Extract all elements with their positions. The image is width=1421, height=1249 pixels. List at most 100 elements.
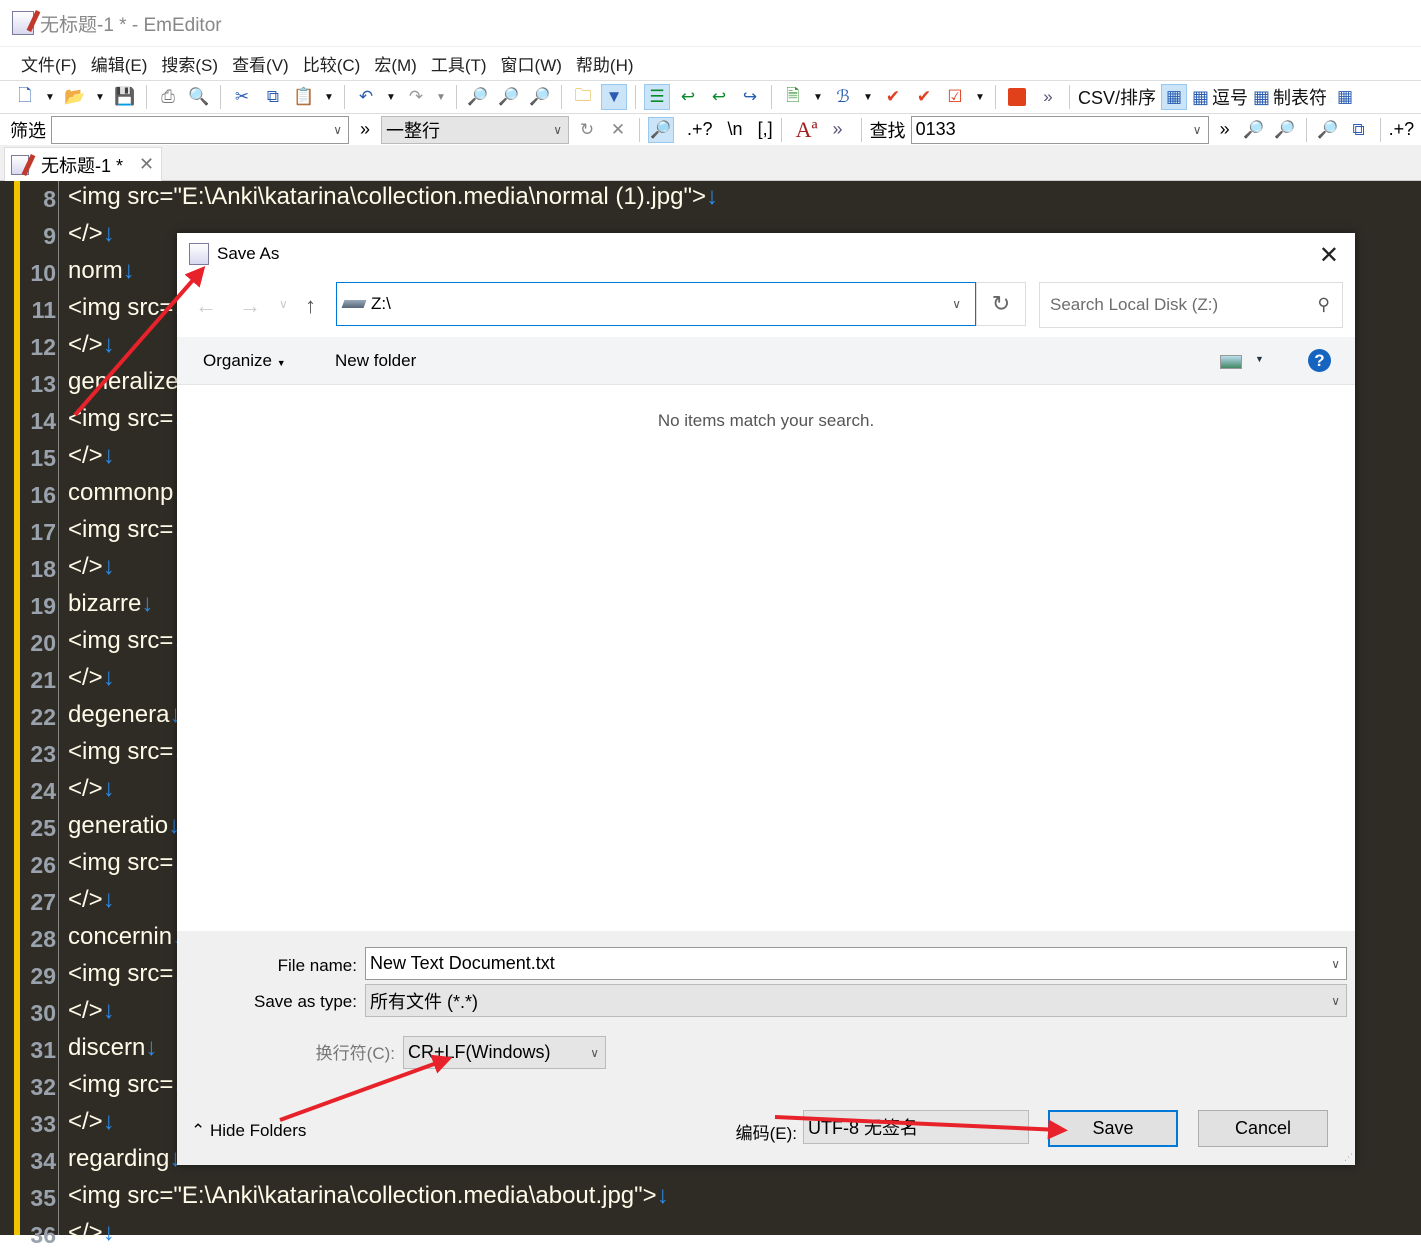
- comma-button[interactable]: ▦ 逗号: [1192, 84, 1248, 110]
- new-folder-button[interactable]: New folder: [335, 351, 416, 371]
- find-in-files-icon[interactable]: 🗀: [570, 84, 596, 110]
- code-line[interactable]: <img src=↓: [68, 849, 185, 877]
- wrap-icon[interactable]: ↩: [675, 84, 701, 110]
- save-type-select[interactable]: 所有文件 (*.*) ∨: [365, 984, 1347, 1017]
- code-line[interactable]: </>↓: [68, 331, 115, 359]
- csv-mode-icon[interactable]: ▦: [1161, 84, 1188, 110]
- find-prev-icon[interactable]: 🔎: [527, 84, 553, 110]
- menu-edit[interactable]: 编辑(E): [91, 51, 148, 76]
- wrap-page-icon[interactable]: ↪: [737, 84, 763, 110]
- menu-help[interactable]: 帮助(H): [576, 51, 634, 76]
- dropdown-icon[interactable]: ▼: [1255, 354, 1264, 364]
- code-line[interactable]: <img src=↓: [68, 405, 185, 433]
- code-line[interactable]: <img src=↓: [68, 627, 185, 655]
- redo-icon[interactable]: ↷: [403, 84, 429, 110]
- code-line[interactable]: generatio↓: [68, 812, 180, 840]
- code-line[interactable]: bizarre↓: [68, 590, 153, 618]
- code-line[interactable]: <img src="E:\Anki\katarina\collection.me…: [68, 1182, 669, 1210]
- dropdown-icon[interactable]: ▼: [43, 92, 57, 103]
- refresh-icon[interactable]: ↻: [574, 117, 600, 143]
- code-line[interactable]: </>↓: [68, 664, 115, 692]
- find-regex-toggle[interactable]: .+?: [1389, 119, 1415, 140]
- code-line[interactable]: </>↓: [68, 1219, 115, 1247]
- view-options-icon[interactable]: [1220, 355, 1242, 369]
- font-size-icon[interactable]: Aª: [796, 117, 818, 143]
- menu-macro[interactable]: 宏(M): [374, 51, 416, 76]
- find-all-icon[interactable]: ⧉: [1346, 117, 1372, 143]
- close-tab-icon[interactable]: ✕: [139, 154, 154, 175]
- code-line[interactable]: <img src=↓: [68, 960, 185, 988]
- paste-icon[interactable]: 📋: [291, 84, 317, 110]
- newline-select[interactable]: CR+LF(Windows) ∨: [403, 1036, 606, 1069]
- code-line[interactable]: </>↓: [68, 442, 115, 470]
- chevron-down-icon[interactable]: ∨: [952, 297, 961, 311]
- more-icon[interactable]: »: [1220, 119, 1230, 140]
- code-line[interactable]: generalize↓: [68, 368, 191, 396]
- cancel-button[interactable]: Cancel: [1198, 1110, 1328, 1147]
- hide-folders-button[interactable]: ⌃ Hide Folders: [191, 1121, 306, 1141]
- chevron-down-icon[interactable]: ∨: [1331, 957, 1340, 971]
- csv-sort-button[interactable]: CSV/排序: [1078, 84, 1156, 110]
- outline-icon[interactable]: 🗎: [780, 84, 806, 110]
- bookmark-all-icon[interactable]: ✔: [911, 84, 937, 110]
- highlight-icon[interactable]: ☰: [644, 84, 670, 110]
- menu-search[interactable]: 搜索(S): [161, 51, 218, 76]
- stop-icon[interactable]: [1004, 84, 1030, 110]
- code-line[interactable]: regarding↓: [68, 1145, 181, 1173]
- resize-grip-icon[interactable]: ⋰: [1344, 1152, 1353, 1163]
- close-icon[interactable]: ✕: [1319, 241, 1339, 270]
- help-icon[interactable]: ?: [1308, 349, 1331, 372]
- dropdown-icon[interactable]: ▼: [434, 92, 448, 103]
- filter-icon[interactable]: ▼: [601, 84, 627, 110]
- table-icon[interactable]: ▦: [1332, 84, 1358, 110]
- menu-file[interactable]: 文件(F): [21, 51, 77, 76]
- code-line[interactable]: <img src=↓: [68, 1071, 185, 1099]
- more-icon[interactable]: »: [360, 119, 370, 140]
- new-file-icon[interactable]: 🗋: [12, 84, 38, 110]
- organize-button[interactable]: Organize ▼: [203, 351, 286, 371]
- dropdown-icon[interactable]: ▼: [384, 92, 398, 103]
- more-icon[interactable]: »: [1035, 84, 1061, 110]
- open-folder-icon[interactable]: 📂: [62, 84, 88, 110]
- cut-icon[interactable]: ✂: [229, 84, 255, 110]
- code-line[interactable]: </>↓: [68, 997, 115, 1025]
- print-icon[interactable]: ⎙: [155, 84, 181, 110]
- menu-view[interactable]: 查看(V): [232, 51, 289, 76]
- code-line[interactable]: norm↓: [68, 257, 135, 285]
- file-list[interactable]: No items match your search.: [177, 385, 1355, 931]
- code-line[interactable]: concernin↓: [68, 923, 184, 951]
- filter-input[interactable]: ∨: [51, 115, 349, 144]
- code-line[interactable]: <img src="E:\Anki\katarina\collection.me…: [68, 183, 718, 211]
- regex-toggle[interactable]: .+?: [687, 119, 713, 140]
- checklist-icon[interactable]: ☑: [942, 84, 968, 110]
- dropdown-icon[interactable]: ▼: [322, 92, 336, 103]
- code-line[interactable]: </>↓: [68, 220, 115, 248]
- search-icon[interactable]: 🔎: [648, 116, 675, 143]
- code-line[interactable]: </>↓: [68, 775, 115, 803]
- up-icon[interactable]: ↑: [305, 293, 316, 319]
- code-line[interactable]: </>↓: [68, 886, 115, 914]
- dropdown-icon[interactable]: ▼: [811, 92, 825, 103]
- menu-window[interactable]: 窗口(W): [501, 51, 562, 76]
- recent-dropdown-icon[interactable]: ∨: [279, 297, 288, 311]
- bracket-toggle[interactable]: [,]: [758, 119, 773, 140]
- refresh-button[interactable]: ↻: [976, 282, 1026, 326]
- search-input[interactable]: Search Local Disk (Z:) ⚲: [1039, 282, 1343, 328]
- code-line[interactable]: degenera↓: [68, 701, 181, 729]
- forward-icon[interactable]: →: [239, 293, 261, 319]
- more-icon[interactable]: »: [833, 119, 843, 140]
- undo-icon[interactable]: ↶: [353, 84, 379, 110]
- file-name-input[interactable]: New Text Document.txt ∨: [365, 947, 1347, 980]
- spell-icon[interactable]: ℬ: [830, 84, 856, 110]
- clear-icon[interactable]: ✕: [605, 117, 631, 143]
- tab-separated-button[interactable]: ▦ 制表符: [1253, 84, 1327, 110]
- filter-mode-select[interactable]: 一整行 ∨: [381, 115, 570, 144]
- print-preview-icon[interactable]: 🔍: [186, 84, 212, 110]
- find-next-icon[interactable]: 🔎: [1241, 117, 1267, 143]
- dropdown-icon[interactable]: ▼: [973, 92, 987, 103]
- menu-tools[interactable]: 工具(T): [431, 51, 487, 76]
- code-line[interactable]: <img src=↓: [68, 294, 185, 322]
- code-line[interactable]: commonp↓: [68, 479, 185, 507]
- document-tab[interactable]: 无标题-1 * ✕: [4, 147, 162, 181]
- find-prev-icon[interactable]: 🔎: [1272, 117, 1298, 143]
